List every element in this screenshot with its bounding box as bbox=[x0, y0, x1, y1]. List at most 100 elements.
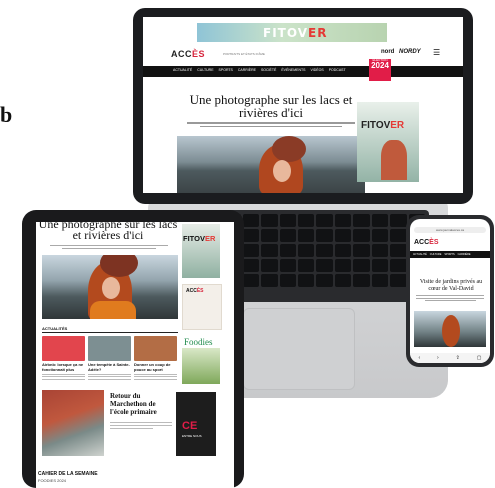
keyboard-key[interactable] bbox=[316, 259, 333, 272]
laptop-screen: FITOVER ACCÈS PORTRAITS ET ÉTATS D'ÂME n… bbox=[143, 17, 463, 193]
keyboard-key[interactable] bbox=[279, 274, 296, 287]
nav-item[interactable]: VIDÉOS bbox=[310, 68, 323, 72]
keyboard-key[interactable] bbox=[390, 229, 407, 242]
news-card-image bbox=[42, 336, 85, 361]
keyboard-key[interactable] bbox=[334, 274, 352, 287]
laptop-trackpad[interactable] bbox=[243, 308, 355, 390]
nav-item[interactable]: ÉVÉNEMENTS bbox=[281, 68, 305, 72]
keyboard-key[interactable] bbox=[298, 259, 315, 272]
keyboard-key[interactable] bbox=[298, 229, 315, 242]
article-summary bbox=[187, 122, 355, 130]
feature-summary bbox=[110, 422, 172, 431]
nav-item[interactable]: CARRIÈRE bbox=[238, 68, 256, 72]
feature-photo[interactable] bbox=[42, 390, 104, 456]
keyboard-key[interactable] bbox=[371, 229, 389, 242]
keyboard-key[interactable] bbox=[316, 274, 333, 287]
keyboard-key[interactable] bbox=[353, 274, 370, 287]
back-icon[interactable]: ‹ bbox=[418, 355, 420, 361]
keyboard-key[interactable] bbox=[371, 214, 389, 227]
keyboard-key[interactable] bbox=[261, 259, 278, 272]
keyboard-key[interactable] bbox=[371, 244, 389, 257]
keyboard-key[interactable] bbox=[371, 259, 389, 272]
phone-nav: ACTUALITÉ CULTURE SPORTS CARRIÈRE bbox=[410, 251, 490, 258]
keyboard-key[interactable] bbox=[242, 229, 260, 242]
keyboard-key[interactable] bbox=[261, 244, 278, 257]
phone-nav-item[interactable]: ACTUALITÉ bbox=[413, 253, 427, 256]
news-card-text-line bbox=[42, 378, 85, 380]
tablet-sidebar-ad[interactable]: FITOVER bbox=[182, 224, 220, 278]
cahier-title[interactable]: CAHIER DE LA SEMAINE bbox=[38, 471, 98, 477]
news-card[interactable]: Donner un coup de pouce au sport bbox=[134, 336, 177, 380]
phone-article-headline[interactable]: Visite de jardins privés au cœur de Val-… bbox=[414, 279, 488, 292]
nav-item[interactable]: CULTURE bbox=[197, 68, 213, 72]
keyboard-key[interactable] bbox=[390, 259, 407, 272]
phone-nav-item[interactable]: CULTURE bbox=[430, 253, 442, 256]
tablet-hero-photo[interactable] bbox=[42, 255, 178, 319]
nav-item[interactable]: ACTUALITÉ bbox=[173, 68, 192, 72]
keyboard-key[interactable] bbox=[242, 214, 260, 227]
keyboard-key[interactable] bbox=[261, 229, 278, 242]
site-logo[interactable]: ACCÈS bbox=[171, 49, 205, 59]
phone-url-bar[interactable]: www.journalacces.ca bbox=[414, 227, 486, 233]
keyboard-key[interactable] bbox=[334, 259, 352, 272]
tablet-article-headline[interactable]: Une photographe sur les lacs et rivières… bbox=[38, 222, 178, 241]
news-card[interactable]: Une tempête à Sainte-Adèle? bbox=[88, 336, 131, 380]
keyboard-key[interactable] bbox=[353, 244, 370, 257]
keyboard-key[interactable] bbox=[242, 244, 260, 257]
keyboard-key[interactable] bbox=[316, 229, 333, 242]
keyboard-key[interactable] bbox=[298, 214, 315, 227]
news-card-text-line bbox=[134, 373, 177, 375]
section-label[interactable]: ACTUALITÉS bbox=[42, 326, 67, 331]
keyboard-key[interactable] bbox=[334, 214, 352, 227]
keyboard-key[interactable] bbox=[279, 259, 296, 272]
keyboard-key[interactable] bbox=[334, 229, 352, 242]
news-card-text-line bbox=[42, 373, 85, 375]
acces-magazine-card[interactable]: ACCÈS bbox=[182, 284, 222, 330]
laptop-top-ad[interactable]: FITOVER bbox=[197, 23, 387, 42]
nav-item[interactable]: SOCIÉTÉ bbox=[261, 68, 276, 72]
share-icon[interactable]: ⇪ bbox=[456, 355, 460, 361]
nav-item[interactable]: PODCAST bbox=[329, 68, 346, 72]
tabs-icon[interactable]: ▢ bbox=[477, 355, 482, 361]
keyboard-key[interactable] bbox=[279, 229, 296, 242]
partner-logo-nordy[interactable]: NORDY bbox=[399, 49, 421, 55]
keyboard-key[interactable] bbox=[334, 244, 352, 257]
article-headline[interactable]: Une photographe sur les lacs et rivières… bbox=[173, 93, 369, 119]
forward-icon[interactable]: › bbox=[437, 355, 439, 361]
feature-headline[interactable]: Retour du Marchethon de l'école primaire bbox=[110, 392, 172, 416]
keyboard-key[interactable] bbox=[298, 244, 315, 257]
phone-hero-photo[interactable] bbox=[414, 311, 486, 347]
phone-nav-item[interactable]: CARRIÈRE bbox=[458, 253, 471, 256]
article-hero-photo[interactable] bbox=[177, 136, 365, 193]
nav-item[interactable]: SPORTS bbox=[219, 68, 233, 72]
keyboard-key[interactable] bbox=[242, 274, 260, 287]
keyboard-key[interactable] bbox=[298, 274, 315, 287]
section-divider bbox=[42, 332, 178, 333]
keyboard-key[interactable] bbox=[371, 274, 389, 287]
keyboard-key[interactable] bbox=[279, 244, 296, 257]
keyboard-key[interactable] bbox=[390, 214, 407, 227]
keyboard-key[interactable] bbox=[279, 214, 296, 227]
keyboard-key[interactable] bbox=[390, 244, 407, 257]
keyboard-key[interactable] bbox=[353, 214, 370, 227]
keyboard-key[interactable] bbox=[261, 274, 278, 287]
partner-logo-nord[interactable]: nord bbox=[381, 49, 394, 55]
election-badge[interactable]: ÉLECTION 2024 bbox=[369, 58, 391, 81]
news-card[interactable]: Airbnb: lorsque ça ne fonctionnait plus bbox=[42, 336, 85, 380]
keyboard-key[interactable] bbox=[261, 214, 278, 227]
keyboard-key[interactable] bbox=[353, 259, 370, 272]
ad-figure bbox=[381, 140, 407, 180]
keyboard-key[interactable] bbox=[316, 244, 333, 257]
news-card-text-line bbox=[88, 376, 131, 377]
sidebar-ad[interactable]: FITOVER bbox=[357, 102, 419, 182]
keyboard-key[interactable] bbox=[242, 259, 260, 272]
keyboard-key[interactable] bbox=[353, 229, 370, 242]
hamburger-menu-icon[interactable]: ☰ bbox=[433, 48, 440, 57]
news-card-text-line bbox=[88, 378, 131, 380]
keyboard-key[interactable] bbox=[316, 214, 333, 227]
ce-ad[interactable]: CE ENTRE NOUS bbox=[176, 392, 216, 456]
phone-nav-item[interactable]: SPORTS bbox=[444, 253, 454, 256]
keyboard-key[interactable] bbox=[390, 274, 407, 287]
phone-site-logo[interactable]: ACCÈS bbox=[414, 239, 439, 246]
foodies-card[interactable]: Foodies bbox=[182, 336, 220, 384]
